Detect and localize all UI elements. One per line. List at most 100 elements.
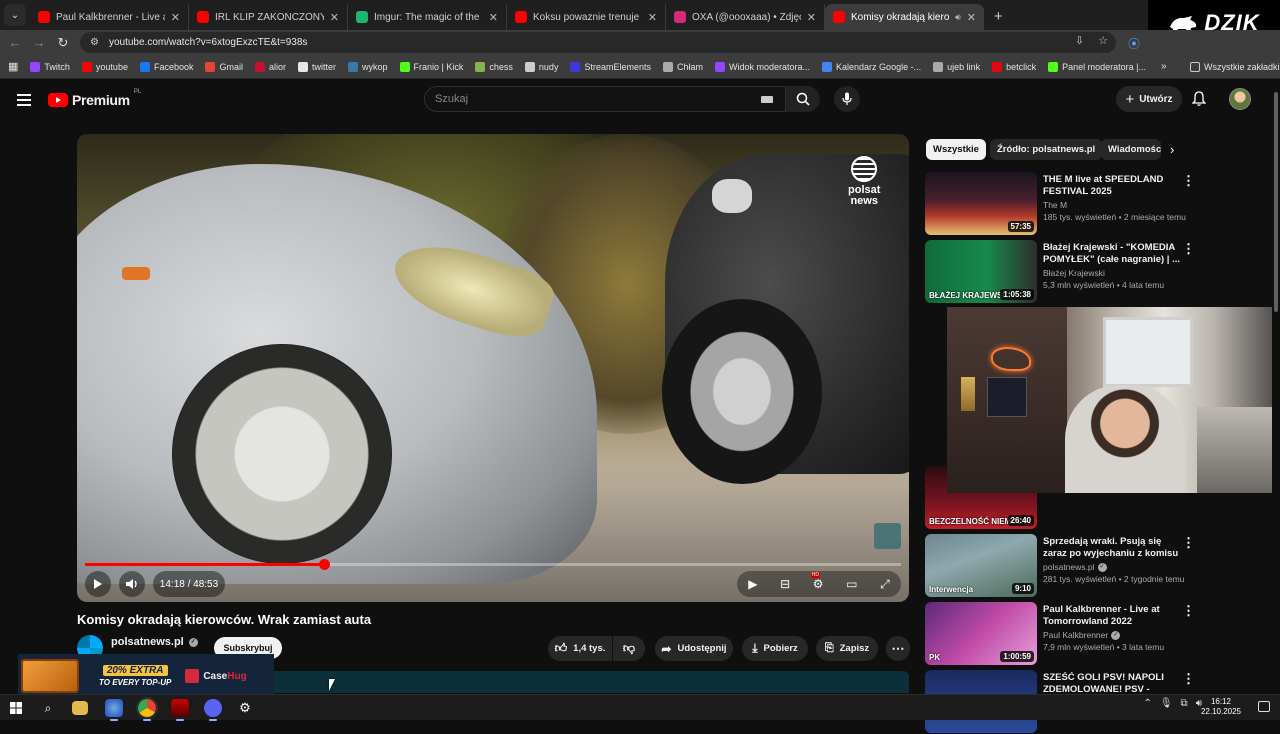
- streaming-app-icon[interactable]: [171, 699, 189, 721]
- browser-tab[interactable]: IRL KLIP ZAKOŃCZONY I JEDZIE ✕: [189, 4, 348, 30]
- new-tab-button[interactable]: +: [994, 8, 1003, 25]
- video-player[interactable]: polsat news 14:18 / 48:53 ▶ ⊟ ⚙ HD ▭ ⤢: [77, 134, 909, 602]
- autoplay-toggle-icon[interactable]: ▶: [748, 577, 757, 591]
- bookmark-item[interactable]: Widok moderatora...: [709, 61, 816, 72]
- browser-tab[interactable]: OXA (@oooxaaa) • Zdjęcia i film ✕: [666, 4, 825, 30]
- tab-close-icon[interactable]: ✕: [967, 11, 976, 24]
- back-arrow-icon[interactable]: ←: [3, 35, 27, 50]
- more-actions-button[interactable]: ⋯: [886, 636, 910, 661]
- recommended-video[interactable]: PK 1:00:59 Paul Kalkbrenner - Live at Tomo…: [925, 602, 1270, 666]
- tray-mic-icon[interactable]: 🎙︎: [1160, 698, 1173, 709]
- save-button[interactable]: ⎘ Zapisz: [816, 636, 878, 661]
- more-vertical-icon[interactable]: ⋮: [1182, 173, 1195, 189]
- recommended-channel-name[interactable]: polsatnews.pl: [1043, 562, 1095, 572]
- progress-bar[interactable]: [85, 559, 901, 570]
- bookmark-item[interactable]: Facebook: [134, 61, 200, 72]
- bookmark-item[interactable]: alior: [249, 61, 292, 72]
- chip-source[interactable]: Źródło: polsatnews.pl: [990, 139, 1103, 160]
- chevron-right-icon[interactable]: ›: [1170, 142, 1174, 157]
- channel-branding-watermark[interactable]: [874, 523, 901, 549]
- recommended-channel-name[interactable]: Błażej Krajewski: [1043, 268, 1105, 278]
- browser-tab[interactable]: Koksu powaznie trenuje na walk ✕: [507, 4, 666, 30]
- address-bar[interactable]: ⚙ youtube.com/watch?v=6xtogExzcTE&t=938s…: [80, 32, 1116, 53]
- share-button[interactable]: ➦ Udostępnij: [655, 636, 733, 661]
- more-vertical-icon[interactable]: ⋮: [1182, 241, 1195, 257]
- page-scrollbar[interactable]: [1272, 84, 1280, 694]
- search-input[interactable]: Szukaj: [424, 86, 786, 112]
- bookmark-item[interactable]: betclick: [986, 61, 1042, 72]
- bookmark-item[interactable]: StreamElements: [564, 61, 657, 72]
- taskbar-search-icon[interactable]: ⌕: [39, 699, 57, 717]
- video-thumbnail[interactable]: Interwencja 9:10: [925, 534, 1037, 597]
- install-app-icon[interactable]: ⇩: [1075, 34, 1084, 47]
- tab-close-icon[interactable]: ✕: [330, 11, 339, 24]
- miniplayer-icon[interactable]: ▭: [846, 577, 857, 591]
- voice-search-button[interactable]: [834, 86, 860, 112]
- recommended-video[interactable]: BŁAŻEJ KRAJEWSKI 1:05:38 Błażej Krajewski …: [925, 240, 1270, 304]
- recommended-channel-name[interactable]: The M: [1043, 200, 1067, 210]
- video-thumbnail[interactable]: BŁAŻEJ KRAJEWSKI 1:05:38: [925, 240, 1037, 303]
- create-button[interactable]: + Utwórz: [1116, 86, 1182, 112]
- channel-name-text[interactable]: polsatnews.pl: [111, 636, 184, 648]
- bookmarks-overflow-icon[interactable]: »: [1155, 61, 1173, 72]
- dislike-button[interactable]: 👎︎: [613, 636, 645, 661]
- taskbar-app-icon[interactable]: [105, 699, 123, 721]
- recommended-channel[interactable]: Paul Kalkbrenner ✓: [1043, 630, 1183, 640]
- tab-search-button[interactable]: ⌄: [4, 4, 26, 26]
- browser-tab[interactable]: Paul Kalkbrenner - Live at Tomo ✕: [30, 4, 189, 30]
- like-button[interactable]: 👍︎ 1,4 tys.: [548, 636, 612, 661]
- browser-tab[interactable]: Imgur: The magic of the Interne ✕: [348, 4, 507, 30]
- settings-gear-icon[interactable]: ⚙ HD: [810, 572, 824, 591]
- tab-close-icon[interactable]: ✕: [489, 11, 498, 24]
- file-explorer-icon[interactable]: [72, 701, 88, 715]
- bookmark-item[interactable]: nudy: [519, 61, 565, 72]
- windows-start-icon[interactable]: [7, 699, 25, 717]
- bookmark-item[interactable]: Chłam: [657, 61, 709, 72]
- site-info-icon[interactable]: ⚙: [90, 37, 99, 48]
- tab-close-icon[interactable]: ✕: [807, 11, 816, 24]
- progress-scrubber[interactable]: [319, 559, 331, 570]
- bookmark-item[interactable]: Panel moderatora |...: [1042, 61, 1152, 72]
- more-vertical-icon[interactable]: ⋮: [1182, 671, 1195, 687]
- chip-news[interactable]: Wiadomości: [1101, 139, 1161, 160]
- bookmark-item[interactable]: Gmail: [199, 61, 249, 72]
- recommended-channel-name[interactable]: Paul Kalkbrenner: [1043, 630, 1108, 640]
- bookmark-item[interactable]: chess: [469, 61, 519, 72]
- more-vertical-icon[interactable]: ⋮: [1182, 603, 1195, 619]
- channel-name[interactable]: polsatnews.pl ✓: [111, 636, 198, 648]
- tab-audio-icon[interactable]: 🔊︎: [955, 12, 961, 23]
- forward-arrow-icon[interactable]: →: [27, 35, 51, 50]
- tray-network-icon[interactable]: ⧉: [1181, 698, 1188, 709]
- all-bookmarks-folder[interactable]: Wszystkie zakładki: [1184, 61, 1280, 72]
- settings-icon[interactable]: ⚙: [236, 699, 254, 717]
- recommended-title[interactable]: Błażej Krajewski - "KOMEDIA POMYŁEK" (ca…: [1043, 242, 1183, 266]
- account-avatar[interactable]: [1229, 88, 1251, 110]
- taskbar-clock[interactable]: 16:12 22.10.2025: [1200, 697, 1242, 717]
- casehug-ad-banner[interactable]: 20% EXTRA TO EVERY TOP-UP Case Hug: [18, 654, 274, 698]
- video-thumbnail[interactable]: PK 1:00:59: [925, 602, 1037, 665]
- recommended-title[interactable]: Paul Kalkbrenner - Live at Tomorrowland …: [1043, 604, 1183, 628]
- bookmark-item[interactable]: Kalendarz Google -...: [816, 61, 927, 72]
- bookmark-item[interactable]: Franio | Kick: [394, 61, 470, 72]
- chip-all[interactable]: Wszystkie: [926, 139, 986, 160]
- mute-button[interactable]: [119, 571, 145, 597]
- menu-hamburger-icon[interactable]: [17, 94, 31, 109]
- bookmark-item[interactable]: youtube: [76, 61, 134, 72]
- recommended-title[interactable]: THE M live at SPEEDLAND FESTIVAL 2025: [1043, 174, 1183, 198]
- bookmark-star-icon[interactable]: ☆: [1098, 34, 1108, 47]
- browser-tab[interactable]: Komisy okradają kierowców 🔊︎ ✕: [825, 4, 984, 30]
- tab-close-icon[interactable]: ✕: [648, 11, 657, 24]
- notification-center-icon[interactable]: [1258, 701, 1270, 712]
- bookmark-item[interactable]: twitter: [292, 61, 342, 72]
- fullscreen-icon[interactable]: ⤢: [880, 577, 890, 592]
- bookmark-item[interactable]: Twitch: [24, 61, 76, 72]
- tab-close-icon[interactable]: ✕: [171, 11, 180, 24]
- scrollbar-thumb[interactable]: [1274, 92, 1278, 312]
- address-url[interactable]: youtube.com/watch?v=6xtogExzcTE&t=938s: [109, 37, 307, 48]
- keyboard-icon[interactable]: [761, 96, 773, 103]
- youtube-logo[interactable]: Premium PL: [48, 89, 141, 108]
- apps-grid-icon[interactable]: ▦: [0, 60, 24, 73]
- tray-chevron-up-icon[interactable]: ⌃: [1143, 698, 1151, 709]
- search-button[interactable]: [786, 86, 820, 112]
- recommended-channel[interactable]: Błażej Krajewski: [1043, 268, 1183, 278]
